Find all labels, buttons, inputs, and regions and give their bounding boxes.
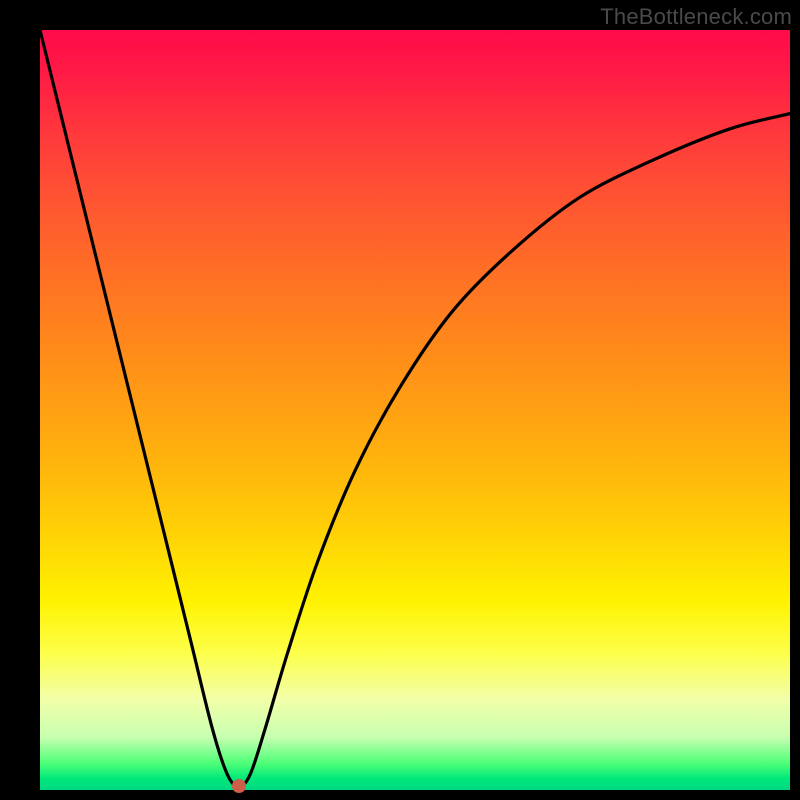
plot-area [40,30,790,790]
minimum-marker [232,779,246,793]
watermark-text: TheBottleneck.com [600,4,792,30]
curve-svg [40,30,790,790]
bottleneck-curve [40,30,790,786]
chart-frame: TheBottleneck.com [0,0,800,800]
